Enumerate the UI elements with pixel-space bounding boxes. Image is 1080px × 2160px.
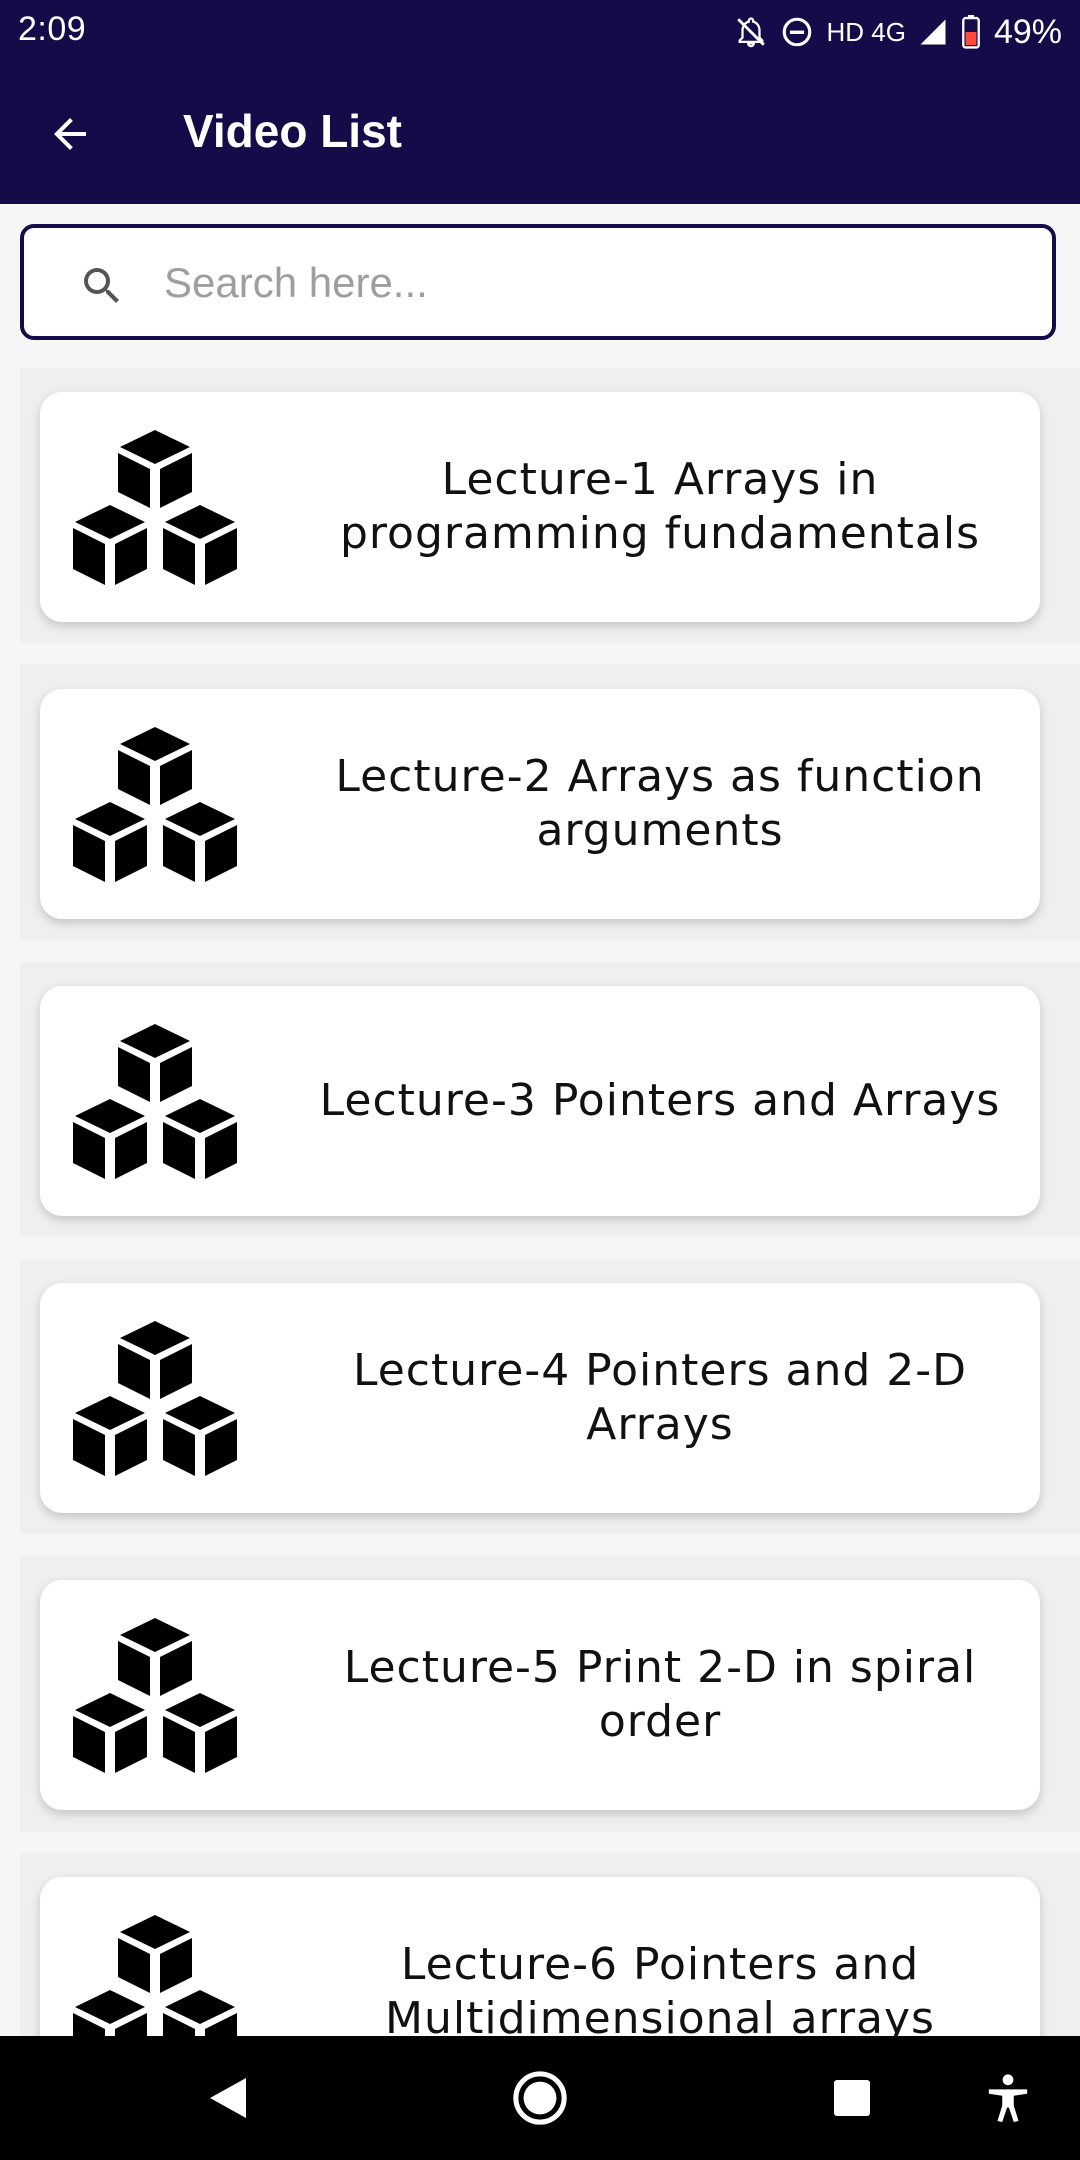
list-item: Lecture-1 Arrays in programming fundamen…: [20, 368, 1080, 643]
search-box[interactable]: [20, 224, 1056, 340]
accessibility-button[interactable]: [976, 2066, 1040, 2130]
back-button[interactable]: [40, 104, 100, 164]
list-item: Lecture-4 Pointers and 2-D Arrays: [20, 1259, 1080, 1534]
lecture-card-4[interactable]: Lecture-4 Pointers and 2-D Arrays: [40, 1283, 1040, 1513]
lecture-card-1[interactable]: Lecture-1 Arrays in programming fundamen…: [40, 392, 1040, 622]
list-item: Lecture-5 Print 2-D in spiral order: [20, 1556, 1080, 1831]
status-icons: HD 4G 49%: [734, 8, 1062, 56]
nav-back-button[interactable]: [196, 2066, 260, 2130]
battery-icon: [962, 15, 980, 49]
network-type: HD 4G: [826, 16, 906, 47]
cubes-icon: [73, 727, 237, 882]
list-item: Lecture-2 Arrays as function arguments: [20, 665, 1080, 940]
home-circle-icon: [513, 2071, 567, 2125]
lecture-card-5[interactable]: Lecture-5 Print 2-D in spiral order: [40, 1580, 1040, 1810]
page-title: Video List: [183, 105, 402, 157]
system-nav-bar: [0, 2036, 1080, 2160]
search-icon: [84, 268, 119, 303]
lecture-title: Lecture-3 Pointers and Arrays: [319, 1075, 1001, 1126]
lecture-title: Lecture-1 Arrays in programming fundamen…: [339, 454, 981, 559]
lecture-title: Lecture-4 Pointers and 2-D Arrays: [352, 1345, 968, 1450]
lecture-title: Lecture-2 Arrays as function arguments: [335, 751, 985, 856]
nav-recents-button[interactable]: [820, 2066, 884, 2130]
triangle-back-icon: [210, 2078, 246, 2118]
arrow-back-icon: [54, 118, 86, 150]
app-bar: Video List: [0, 64, 1080, 204]
list-item: Lecture-3 Pointers and Arrays: [20, 962, 1080, 1237]
do-not-disturb-icon: [783, 17, 812, 47]
screen: 2:09 HD 4G 49% Video List Search here...…: [0, 0, 1080, 2160]
accessibility-icon: [988, 2074, 1028, 2122]
cubes-icon: [73, 1618, 237, 1773]
search-input[interactable]: [162, 246, 1026, 320]
lecture-title: Lecture-5 Print 2-D in spiral order: [343, 1642, 977, 1747]
lecture-card-3[interactable]: Lecture-3 Pointers and Arrays: [40, 986, 1040, 1216]
nav-home-button[interactable]: [508, 2066, 572, 2130]
lecture-card-2[interactable]: Lecture-2 Arrays as function arguments: [40, 689, 1040, 919]
notifications-off-icon: [737, 17, 766, 48]
status-bar: 2:09 HD 4G 49%: [0, 0, 1080, 64]
cubes-icon: [73, 430, 237, 585]
status-time: 2:09: [18, 10, 87, 48]
square-recents-icon: [834, 2080, 870, 2116]
battery-percent: 49%: [993, 12, 1062, 51]
lecture-list: Lecture-1 Arrays in programming fundamen…: [0, 368, 1080, 2150]
cubes-icon: [73, 1024, 237, 1179]
signal-icon: [920, 19, 946, 45]
cubes-icon: [73, 1321, 237, 1476]
